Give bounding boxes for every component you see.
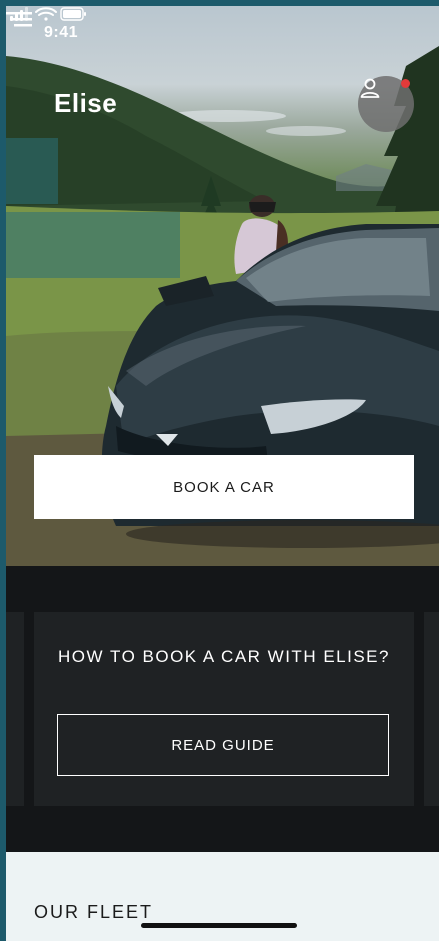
read-guide-button[interactable]: READ GUIDE xyxy=(57,714,389,776)
app-screen: 9:41 Elise BOOK A CAR HOW TO BOOK A CAR … xyxy=(6,6,439,941)
logo-speed-lines xyxy=(6,12,32,27)
guide-card-title: HOW TO BOOK A CAR WITH ELISE? xyxy=(58,647,390,666)
user-icon xyxy=(360,78,380,98)
guide-card: HOW TO BOOK A CAR WITH ELISE? READ GUIDE xyxy=(34,612,414,806)
hero-image: 9:41 Elise BOOK A CAR xyxy=(6,6,439,566)
notification-dot xyxy=(401,79,410,88)
guide-section: HOW TO BOOK A CAR WITH ELISE? READ GUIDE xyxy=(6,566,439,852)
home-indicator[interactable] xyxy=(141,923,297,928)
fleet-heading: OUR FLEET xyxy=(34,902,154,922)
book-car-button[interactable]: BOOK A CAR xyxy=(34,455,414,519)
carousel-next-card[interactable] xyxy=(424,612,439,806)
brand-name: Elise xyxy=(54,88,118,118)
carousel-prev-card[interactable] xyxy=(6,612,24,806)
